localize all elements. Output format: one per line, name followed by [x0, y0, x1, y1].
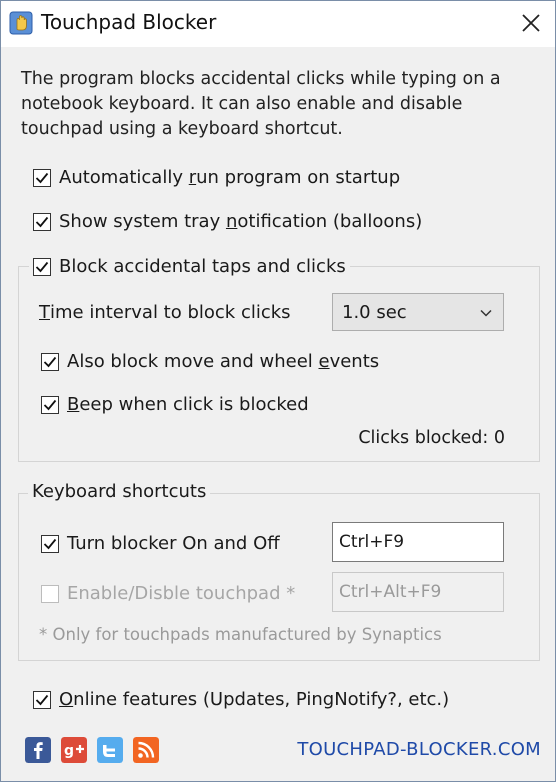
google-plus-icon[interactable]: g	[61, 737, 87, 763]
website-link[interactable]: TOUCHPAD-BLOCKER.COM	[297, 739, 541, 760]
beep-label: Beep when click is blocked	[67, 394, 309, 415]
rss-icon[interactable]	[133, 737, 159, 763]
checkbox-box[interactable]	[41, 352, 59, 371]
check-icon	[43, 356, 57, 367]
close-button[interactable]	[521, 7, 541, 40]
interval-label: Time interval to block clicks	[39, 302, 291, 323]
check-icon	[35, 694, 49, 705]
client-area: The program blocks accidental clicks whi…	[1, 47, 555, 781]
checkbox-box[interactable]	[33, 690, 51, 709]
online-features-label: Online features (Updates, PingNotify?, e…	[59, 689, 450, 710]
toggle-blocker-checkbox[interactable]: Turn blocker On and Off	[41, 533, 280, 554]
move-wheel-checkbox[interactable]: Also block move and wheel events	[41, 351, 379, 372]
check-icon	[43, 538, 57, 549]
touchpad-shortcut-input[interactable]: Ctrl+Alt+F9	[332, 572, 504, 612]
autorun-label: Automatically run program on startup	[59, 167, 401, 188]
clicks-blocked-counter: Clicks blocked: 0	[358, 428, 505, 448]
block-clicks-label: Block accidental taps and clicks	[59, 256, 346, 277]
checkbox-box[interactable]	[33, 212, 51, 231]
move-wheel-label: Also block move and wheel events	[67, 351, 380, 372]
tray-notification-checkbox[interactable]: Show system tray notification (balloons)	[33, 211, 422, 232]
svg-text:g: g	[64, 743, 74, 759]
chevron-down-icon	[480, 309, 492, 317]
interval-dropdown[interactable]: 1.0 sec	[332, 293, 504, 331]
autorun-checkbox[interactable]: Automatically run program on startup	[33, 167, 400, 188]
check-icon	[43, 399, 57, 410]
hand-icon	[9, 11, 33, 35]
title-bar: Touchpad Blocker	[1, 1, 555, 47]
checkbox-box[interactable]	[33, 168, 51, 187]
synaptics-note: * Only for touchpads manufactured by Syn…	[39, 625, 442, 644]
check-icon	[35, 172, 49, 183]
checkbox-box[interactable]	[41, 395, 59, 414]
online-features-checkbox[interactable]: Online features (Updates, PingNotify?, e…	[33, 689, 449, 710]
keyboard-shortcuts-legend: Keyboard shortcuts	[28, 481, 211, 502]
twitter-icon[interactable]	[97, 737, 123, 763]
beep-checkbox[interactable]: Beep when click is blocked	[41, 394, 309, 415]
tray-notification-label: Show system tray notification (balloons)	[59, 211, 423, 232]
checkbox-box[interactable]	[33, 257, 51, 276]
block-clicks-checkbox[interactable]: Block accidental taps and clicks	[29, 256, 350, 277]
checkbox-box[interactable]	[41, 534, 59, 553]
window-title: Touchpad Blocker	[41, 10, 217, 34]
check-icon	[35, 216, 49, 227]
app-window: Touchpad Blocker The program blocks acci…	[0, 0, 556, 782]
touchpad-shortcut-label: Enable/Disble touchpad *	[67, 583, 296, 604]
facebook-icon[interactable]	[25, 737, 51, 763]
toggle-blocker-label: Turn blocker On and Off	[67, 533, 280, 554]
check-icon	[35, 261, 49, 272]
close-icon	[522, 14, 540, 32]
touchpad-shortcut-checkbox[interactable]: Enable/Disble touchpad *	[41, 583, 295, 604]
interval-value: 1.0 sec	[342, 301, 407, 323]
checkbox-box[interactable]	[41, 584, 59, 603]
description-text: The program blocks accidental clicks whi…	[21, 69, 501, 139]
toggle-shortcut-input[interactable]: Ctrl+F9	[332, 522, 504, 562]
